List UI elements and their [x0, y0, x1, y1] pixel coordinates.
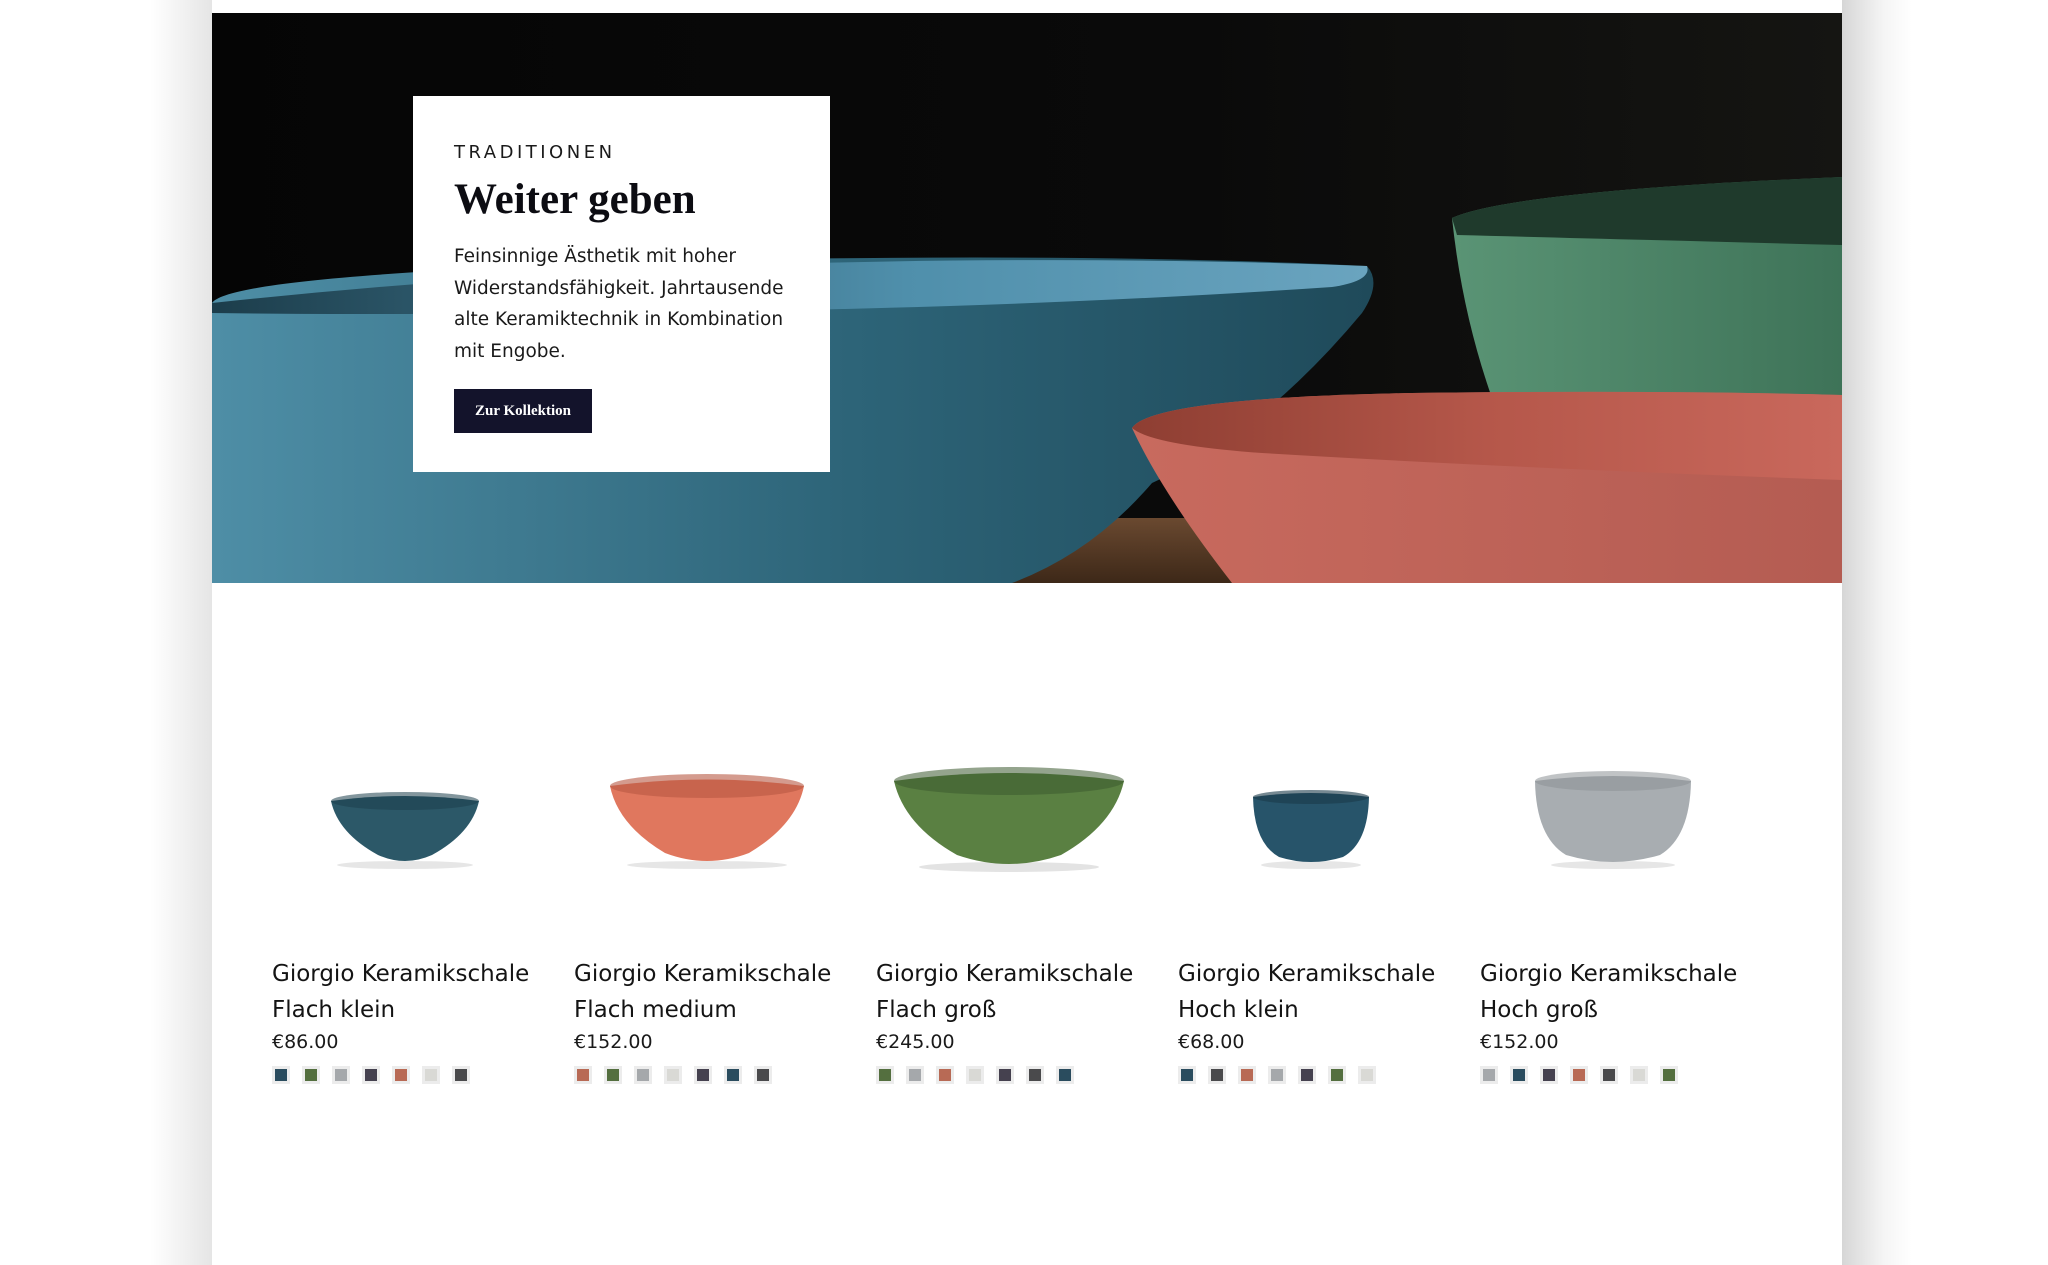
- product-card[interactable]: Giorgio Keramikschale Hoch klein €68.00: [1178, 725, 1468, 1105]
- color-swatch[interactable]: [1056, 1066, 1074, 1084]
- collection-button[interactable]: Zur Kollektion: [454, 389, 592, 433]
- color-swatch[interactable]: [906, 1066, 924, 1084]
- color-swatch[interactable]: [1510, 1066, 1528, 1084]
- color-swatch[interactable]: [1298, 1066, 1316, 1084]
- page-shadow-right: [1842, 0, 1912, 1265]
- product-image[interactable]: [272, 725, 562, 935]
- color-swatch[interactable]: [1660, 1066, 1678, 1084]
- product-price: €86.00: [272, 1031, 339, 1053]
- product-name-line1[interactable]: Giorgio Keramikschale: [876, 956, 1166, 992]
- color-swatch[interactable]: [1238, 1066, 1256, 1084]
- color-swatch[interactable]: [1630, 1066, 1648, 1084]
- product-image[interactable]: [876, 725, 1166, 935]
- product-card[interactable]: Giorgio Keramikschale Flach groß €245.00: [876, 725, 1166, 1105]
- product-card[interactable]: Giorgio Keramikschale Flach klein €86.00: [272, 725, 562, 1105]
- product-name-line2[interactable]: Flach klein: [272, 992, 562, 1028]
- color-swatch[interactable]: [1328, 1066, 1346, 1084]
- product-name[interactable]: Giorgio Keramikschale Hoch klein: [1178, 956, 1468, 1028]
- product-name[interactable]: Giorgio Keramikschale Flach klein: [272, 956, 562, 1028]
- product-price: €245.00: [876, 1031, 955, 1053]
- color-swatch[interactable]: [1600, 1066, 1618, 1084]
- product-name-line1[interactable]: Giorgio Keramikschale: [1480, 956, 1770, 992]
- color-swatch[interactable]: [936, 1066, 954, 1084]
- color-swatch[interactable]: [754, 1066, 772, 1084]
- color-swatch[interactable]: [694, 1066, 712, 1084]
- color-swatch[interactable]: [574, 1066, 592, 1084]
- product-grid: Giorgio Keramikschale Flach klein €86.00…: [272, 725, 1792, 1105]
- hero-text: Feinsinnige Ästhetik mit hoher Widerstan…: [454, 246, 784, 362]
- color-swatch[interactable]: [422, 1066, 440, 1084]
- color-swatch[interactable]: [362, 1066, 380, 1084]
- product-name-line2[interactable]: Hoch groß: [1480, 992, 1770, 1028]
- product-name-line1[interactable]: Giorgio Keramikschale: [574, 956, 864, 992]
- hero-title: Weiter geben: [454, 176, 696, 223]
- color-swatch[interactable]: [1358, 1066, 1376, 1084]
- color-swatch[interactable]: [1268, 1066, 1286, 1084]
- color-swatch[interactable]: [1480, 1066, 1498, 1084]
- product-card[interactable]: Giorgio Keramikschale Hoch groß €152.00: [1480, 725, 1770, 1105]
- product-image[interactable]: [1480, 725, 1770, 935]
- product-name-line1[interactable]: Giorgio Keramikschale: [272, 956, 562, 992]
- product-image[interactable]: [574, 725, 864, 935]
- color-swatch[interactable]: [332, 1066, 350, 1084]
- color-swatches: [876, 1066, 1074, 1084]
- color-swatch[interactable]: [452, 1066, 470, 1084]
- color-swatch[interactable]: [1570, 1066, 1588, 1084]
- color-swatch[interactable]: [664, 1066, 682, 1084]
- hero-eyebrow: TRADITIONEN: [454, 142, 616, 163]
- product-price: €68.00: [1178, 1031, 1245, 1053]
- color-swatches: [1178, 1066, 1376, 1084]
- color-swatch[interactable]: [996, 1066, 1014, 1084]
- color-swatch[interactable]: [302, 1066, 320, 1084]
- product-name-line2[interactable]: Flach groß: [876, 992, 1166, 1028]
- hero-card: TRADITIONEN Weiter geben Feinsinnige Äst…: [413, 96, 830, 472]
- color-swatches: [574, 1066, 772, 1084]
- product-name[interactable]: Giorgio Keramikschale Hoch groß: [1480, 956, 1770, 1028]
- color-swatch[interactable]: [604, 1066, 622, 1084]
- product-name-line2[interactable]: Flach medium: [574, 992, 864, 1028]
- page-shadow-left: [150, 0, 212, 1265]
- color-swatch[interactable]: [392, 1066, 410, 1084]
- color-swatch[interactable]: [1208, 1066, 1226, 1084]
- color-swatch[interactable]: [634, 1066, 652, 1084]
- product-price: €152.00: [574, 1031, 653, 1053]
- product-name-line1[interactable]: Giorgio Keramikschale: [1178, 956, 1468, 992]
- product-card[interactable]: Giorgio Keramikschale Flach medium €152.…: [574, 725, 864, 1105]
- product-name-line2[interactable]: Hoch klein: [1178, 992, 1468, 1028]
- color-swatch[interactable]: [1540, 1066, 1558, 1084]
- product-image[interactable]: [1178, 725, 1468, 935]
- color-swatch[interactable]: [724, 1066, 742, 1084]
- hero-banner: TRADITIONEN Weiter geben Feinsinnige Äst…: [212, 13, 1842, 583]
- color-swatch[interactable]: [876, 1066, 894, 1084]
- color-swatch[interactable]: [1178, 1066, 1196, 1084]
- product-price: €152.00: [1480, 1031, 1559, 1053]
- color-swatch[interactable]: [1026, 1066, 1044, 1084]
- color-swatches: [1480, 1066, 1678, 1084]
- product-name[interactable]: Giorgio Keramikschale Flach medium: [574, 956, 864, 1028]
- page: TRADITIONEN Weiter geben Feinsinnige Äst…: [212, 0, 1842, 1265]
- color-swatch[interactable]: [966, 1066, 984, 1084]
- color-swatches: [272, 1066, 470, 1084]
- color-swatch[interactable]: [272, 1066, 290, 1084]
- product-name[interactable]: Giorgio Keramikschale Flach groß: [876, 956, 1166, 1028]
